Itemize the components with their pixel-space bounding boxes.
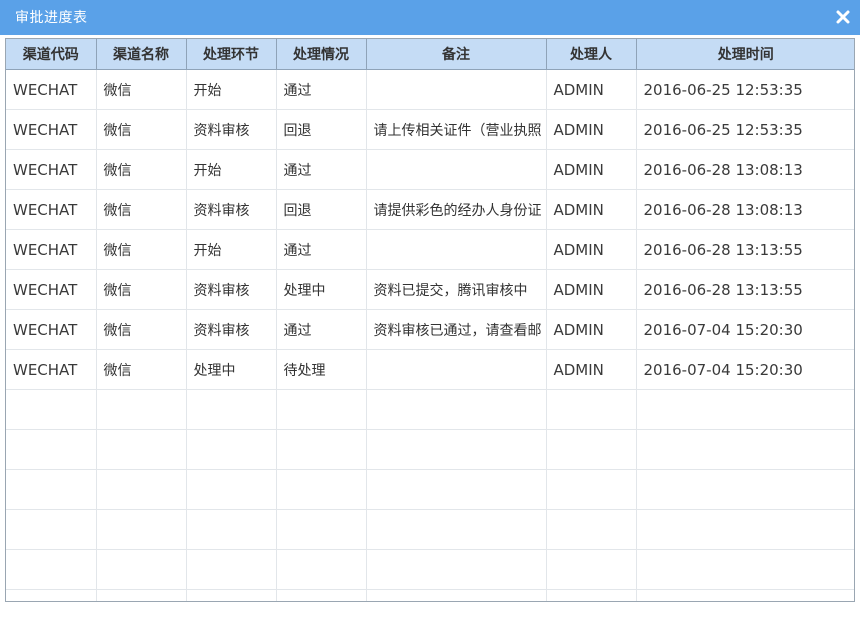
cell-process-status: 处理中 <box>276 269 367 310</box>
cell-channel-name: 微信 <box>96 229 187 270</box>
cell-handler: ADMIN <box>546 309 637 350</box>
cell-process-stage: 开始 <box>186 229 277 270</box>
table-row[interactable]: WECHAT 微信 处理中 待处理 ADMIN 2016-07-04 15:20… <box>6 349 854 390</box>
cell-remark <box>366 349 547 390</box>
table-row[interactable]: WECHAT 微信 资料审核 回退 请提供彩色的经办人身份证 ADMIN 201… <box>6 189 854 230</box>
cell-handler: ADMIN <box>546 109 637 150</box>
cell-process-time: 2016-06-28 13:13:55 <box>636 269 854 310</box>
cell-handler: ADMIN <box>546 189 637 230</box>
table-row[interactable]: WECHAT 微信 资料审核 通过 资料审核已通过，请查看邮 ADMIN 201… <box>6 309 854 350</box>
column-header-handler[interactable]: 处理人 <box>546 39 637 70</box>
cell-channel-code: WECHAT <box>6 109 97 150</box>
cell-channel-name: 微信 <box>96 269 187 310</box>
empty-row <box>6 509 854 550</box>
cell-process-status: 通过 <box>276 69 367 110</box>
cell-process-status: 通过 <box>276 149 367 190</box>
progress-table: 渠道代码 渠道名称 处理环节 处理情况 备注 处理人 处理时间 WECHAT 微… <box>6 39 854 601</box>
cell-process-time: 2016-06-25 12:53:35 <box>636 109 854 150</box>
table-row[interactable]: WECHAT 微信 资料审核 处理中 资料已提交，腾讯审核中 ADMIN 201… <box>6 269 854 310</box>
cell-channel-code: WECHAT <box>6 69 97 110</box>
cell-process-time: 2016-06-25 12:53:35 <box>636 69 854 110</box>
dialog-title: 审批进度表 <box>15 10 88 26</box>
progress-table-container: 渠道代码 渠道名称 处理环节 处理情况 备注 处理人 处理时间 WECHAT 微… <box>5 38 855 602</box>
empty-row <box>6 389 854 430</box>
table-row[interactable]: WECHAT 微信 开始 通过 ADMIN 2016-06-28 13:13:5… <box>6 229 854 270</box>
cell-process-status: 回退 <box>276 189 367 230</box>
close-icon[interactable] <box>834 8 852 26</box>
cell-channel-name: 微信 <box>96 69 187 110</box>
cell-remark: 请提供彩色的经办人身份证 <box>366 189 547 230</box>
cell-remark <box>366 149 547 190</box>
cell-remark <box>366 229 547 270</box>
cell-channel-code: WECHAT <box>6 309 97 350</box>
table-row[interactable]: WECHAT 微信 开始 通过 ADMIN 2016-06-28 13:08:1… <box>6 149 854 190</box>
cell-channel-code: WECHAT <box>6 189 97 230</box>
cell-remark: 请上传相关证件（营业执照 <box>366 109 547 150</box>
column-header-channel-name[interactable]: 渠道名称 <box>96 39 187 70</box>
column-header-channel-code[interactable]: 渠道代码 <box>6 39 97 70</box>
table-row[interactable]: WECHAT 微信 开始 通过 ADMIN 2016-06-25 12:53:3… <box>6 69 854 110</box>
cell-process-stage: 资料审核 <box>186 269 277 310</box>
cell-process-time: 2016-07-04 15:20:30 <box>636 349 854 390</box>
cell-handler: ADMIN <box>546 229 637 270</box>
cell-process-status: 回退 <box>276 109 367 150</box>
cell-remark: 资料审核已通过，请查看邮 <box>366 309 547 350</box>
empty-row <box>6 429 854 470</box>
column-header-remark[interactable]: 备注 <box>366 39 547 70</box>
cell-process-stage: 处理中 <box>186 349 277 390</box>
cell-handler: ADMIN <box>546 269 637 310</box>
cell-remark: 资料已提交，腾讯审核中 <box>366 269 547 310</box>
cell-handler: ADMIN <box>546 349 637 390</box>
cell-channel-name: 微信 <box>96 149 187 190</box>
cell-process-status: 通过 <box>276 229 367 270</box>
cell-process-time: 2016-06-28 13:13:55 <box>636 229 854 270</box>
cell-process-time: 2016-07-04 15:20:30 <box>636 309 854 350</box>
column-header-process-time[interactable]: 处理时间 <box>636 39 854 70</box>
empty-row <box>6 589 854 601</box>
cell-process-stage: 资料审核 <box>186 109 277 150</box>
table-row[interactable]: WECHAT 微信 资料审核 回退 请上传相关证件（营业执照 ADMIN 201… <box>6 109 854 150</box>
cell-process-time: 2016-06-28 13:08:13 <box>636 149 854 190</box>
approval-progress-dialog: 审批进度表 渠道代码 渠道名称 处理环节 处理情况 备注 处理人 处理时间 WE… <box>0 0 860 636</box>
cell-process-stage: 资料审核 <box>186 189 277 230</box>
cell-process-stage: 资料审核 <box>186 309 277 350</box>
cell-handler: ADMIN <box>546 69 637 110</box>
cell-channel-code: WECHAT <box>6 269 97 310</box>
cell-process-status: 待处理 <box>276 349 367 390</box>
cell-handler: ADMIN <box>546 149 637 190</box>
cell-process-time: 2016-06-28 13:08:13 <box>636 189 854 230</box>
empty-row <box>6 469 854 510</box>
cell-channel-name: 微信 <box>96 349 187 390</box>
cell-channel-code: WECHAT <box>6 229 97 270</box>
cell-channel-name: 微信 <box>96 109 187 150</box>
cell-process-status: 通过 <box>276 309 367 350</box>
dialog-titlebar: 审批进度表 <box>0 0 860 35</box>
cell-process-stage: 开始 <box>186 69 277 110</box>
cell-channel-name: 微信 <box>96 189 187 230</box>
cell-process-stage: 开始 <box>186 149 277 190</box>
column-header-process-status[interactable]: 处理情况 <box>276 39 367 70</box>
empty-row <box>6 549 854 590</box>
cell-channel-code: WECHAT <box>6 349 97 390</box>
cell-channel-name: 微信 <box>96 309 187 350</box>
table-header-row: 渠道代码 渠道名称 处理环节 处理情况 备注 处理人 处理时间 <box>6 39 854 70</box>
column-header-process-stage[interactable]: 处理环节 <box>186 39 277 70</box>
cell-remark <box>366 69 547 110</box>
cell-channel-code: WECHAT <box>6 149 97 190</box>
